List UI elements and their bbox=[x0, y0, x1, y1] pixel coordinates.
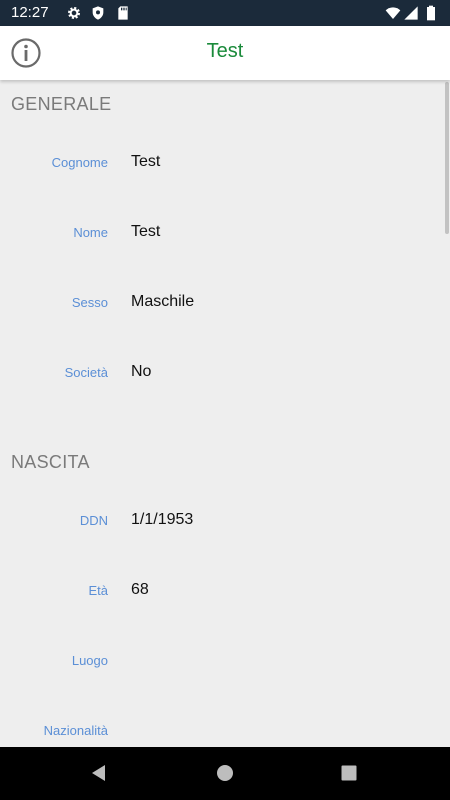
wifi-icon bbox=[385, 7, 401, 19]
back-icon[interactable] bbox=[89, 763, 109, 783]
field-label-cognome: Cognome bbox=[51, 155, 108, 170]
battery-icon bbox=[427, 5, 435, 21]
field-label-sesso: Sesso bbox=[71, 295, 108, 310]
field-label-nome: Nome bbox=[73, 225, 108, 240]
field-label-ddn: DDN bbox=[79, 513, 108, 528]
scrollbar-thumb[interactable] bbox=[445, 82, 449, 234]
status-time: 12:27 bbox=[11, 4, 49, 21]
field-value-eta: 68 bbox=[131, 581, 149, 598]
field-value-cognome: Test bbox=[131, 153, 161, 170]
field-value-sesso: Maschile bbox=[131, 293, 195, 310]
sd-card-icon bbox=[118, 6, 128, 20]
status-bar: 12:27 bbox=[0, 0, 450, 26]
field-label-eta: Età bbox=[88, 583, 108, 598]
section-header-generale: GENERALE bbox=[11, 94, 112, 114]
recents-icon[interactable] bbox=[339, 763, 359, 783]
field-label-luogo: Luogo bbox=[71, 653, 108, 668]
field-label-societa: Società bbox=[64, 365, 108, 380]
detail-list[interactable]: GENERALE Cognome Test Nome Test Sesso Ma… bbox=[0, 80, 450, 747]
field-value-societa: No bbox=[131, 363, 152, 380]
settings-icon bbox=[68, 7, 80, 19]
field-label-nazionalita: Nazionalità bbox=[43, 723, 108, 738]
home-icon[interactable] bbox=[215, 763, 235, 783]
section-header-nascita: NASCITA bbox=[11, 452, 90, 472]
signal-icon bbox=[404, 6, 418, 20]
field-value-ddn: 1/1/1953 bbox=[131, 511, 194, 528]
field-value-nome: Test bbox=[131, 223, 161, 240]
shield-icon bbox=[92, 6, 104, 20]
navigation-bar bbox=[0, 747, 450, 800]
app-bar: Test bbox=[0, 26, 450, 80]
page-title: Test bbox=[206, 40, 244, 62]
